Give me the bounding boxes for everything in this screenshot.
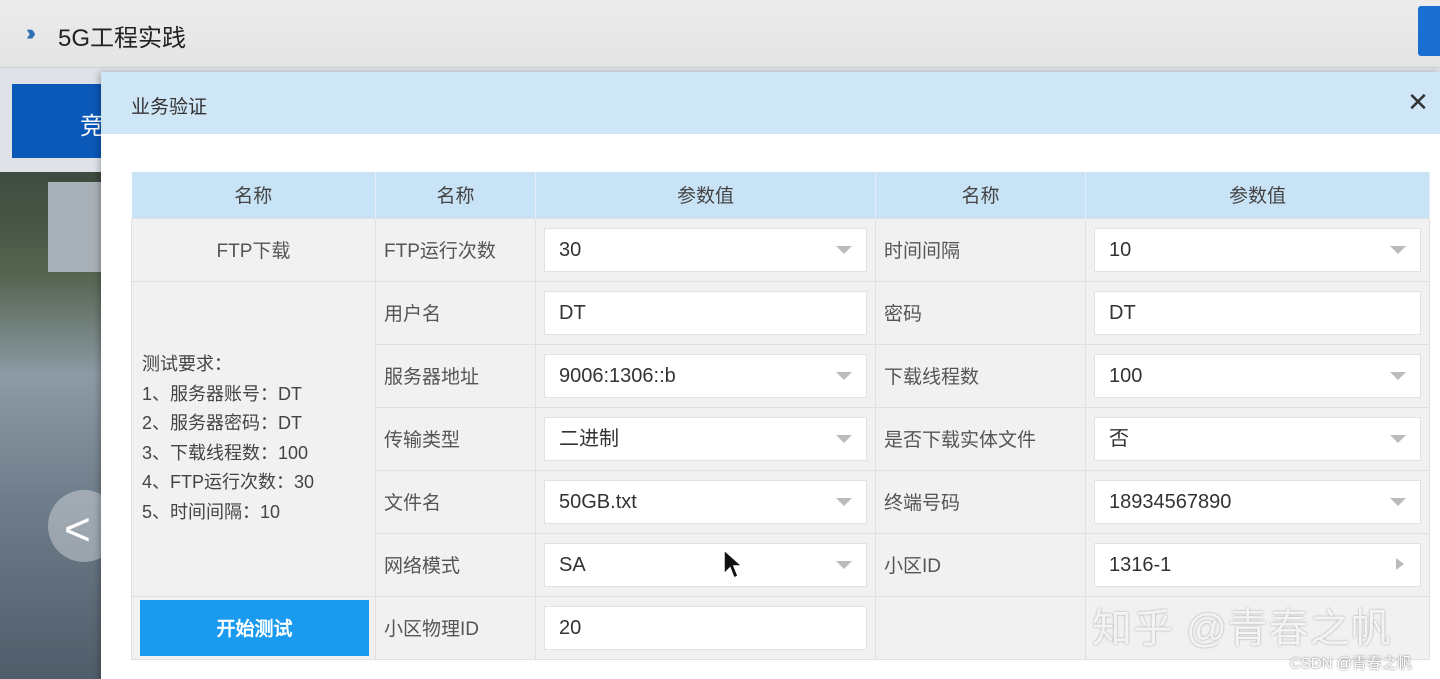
chevron-down-icon: [1390, 497, 1406, 506]
chevron-right-icon: [1396, 557, 1404, 570]
params-table: 名称 名称 参数值 名称 参数值 FTP下载 FTP运行次数 30 时间间隔 1…: [131, 172, 1430, 660]
col-header-name: 名称: [131, 172, 376, 218]
param-label: 是否下载实体文件: [875, 406, 1086, 471]
requirements-title: 测试要求：: [142, 354, 232, 374]
requirement-item: 4、FTP运行次数：30: [142, 472, 315, 492]
download-entity-file-select[interactable]: 否: [1094, 416, 1421, 461]
select-value: 二进制: [559, 427, 619, 450]
col-header-value: 参数值: [1085, 172, 1430, 218]
col-header-value: 参数值: [535, 172, 876, 218]
ftp-run-count-select[interactable]: 30: [544, 227, 867, 272]
requirement-item: 1、服务器账号：DT: [142, 383, 303, 404]
table-header-row: 名称 名称 参数值 名称 参数值: [131, 172, 1430, 218]
server-address-select[interactable]: 9006:1306::b: [544, 353, 867, 398]
double-chevron-right-icon[interactable]: ›››: [26, 20, 36, 46]
input-value: 20: [559, 616, 582, 639]
select-value: 100: [1109, 364, 1143, 387]
requirement-item: 2、服务器密码：DT: [142, 413, 303, 433]
background-nav-button[interactable]: 竞: [12, 84, 112, 158]
input-value: DT: [559, 301, 586, 324]
param-label: 小区物理ID: [375, 595, 536, 660]
chevron-down-icon: [836, 245, 852, 254]
param-label: 服务器地址: [375, 343, 536, 408]
requirements-cell: 测试要求： 1、服务器账号：DT 2、服务器密码：DT 3、下载线程数：100 …: [131, 280, 376, 597]
chevron-left-icon: <: [64, 503, 91, 555]
select-value: 9006:1306::b: [559, 364, 676, 387]
param-label: 传输类型: [375, 406, 536, 471]
chevron-down-icon: [836, 560, 852, 569]
requirement-item: 5、时间间隔：10: [142, 501, 281, 522]
dialog-header: 业务验证 ✕: [101, 72, 1440, 134]
col-header-name: 名称: [375, 172, 536, 218]
param-label: 小区ID: [875, 532, 1086, 597]
chevron-down-icon: [1390, 245, 1406, 254]
param-label: 文件名: [375, 469, 536, 534]
select-value: 10: [1109, 238, 1132, 261]
chevron-down-icon: [836, 371, 852, 380]
param-label: 下载线程数: [875, 343, 1086, 408]
cell-id-select[interactable]: 1316-1: [1094, 542, 1421, 587]
app-title: 5G工程实践: [58, 25, 187, 52]
param-label: 网络模式: [375, 532, 536, 597]
chevron-down-icon: [836, 497, 852, 506]
network-mode-select[interactable]: SA: [544, 542, 867, 587]
param-label: FTP运行次数: [375, 217, 536, 282]
interval-select[interactable]: 10: [1094, 227, 1421, 272]
col-header-name: 名称: [875, 172, 1086, 218]
close-icon[interactable]: ✕: [1404, 88, 1432, 116]
thread-count-select[interactable]: 100: [1094, 353, 1421, 398]
username-input[interactable]: DT: [544, 290, 867, 335]
terminal-number-select[interactable]: 18934567890: [1094, 479, 1421, 524]
start-button-cell: 开始测试: [131, 595, 376, 660]
dialog-title: 业务验证: [131, 97, 208, 118]
credit-label: CSDN @青春之帆: [1290, 655, 1412, 672]
business-verification-dialog: 业务验证 ✕ 名称 名称 参数值 名称 参数值 FTP下载 FTP运行次数 30…: [101, 72, 1440, 679]
param-label: 终端号码: [875, 469, 1086, 534]
chevron-down-icon: [836, 434, 852, 443]
background-image: <: [0, 172, 120, 679]
param-label: 时间间隔: [875, 217, 1086, 282]
requirements-list: 测试要求： 1、服务器账号：DT 2、服务器密码：DT 3、下载线程数：100 …: [140, 350, 367, 527]
select-value: 否: [1109, 427, 1129, 450]
top-right-button[interactable]: [1418, 6, 1440, 56]
input-value: DT: [1109, 301, 1136, 324]
requirement-item: 3、下载线程数：100: [142, 442, 309, 463]
param-label: 用户名: [375, 280, 536, 345]
select-value: 18934567890: [1109, 490, 1232, 513]
pci-input[interactable]: 20: [544, 605, 867, 650]
param-label: 密码: [875, 280, 1086, 345]
service-name: FTP下载: [131, 217, 376, 282]
select-value: 50GB.txt: [559, 490, 637, 513]
file-name-select[interactable]: 50GB.txt: [544, 479, 867, 524]
table-row: 测试要求： 1、服务器账号：DT 2、服务器密码：DT 3、下载线程数：100 …: [131, 280, 1430, 597]
empty-cell: [875, 595, 1086, 660]
mouse-cursor-icon: [723, 548, 744, 580]
watermark: 知乎 @青春之帆: [1092, 607, 1392, 651]
table-row: FTP下载 FTP运行次数 30 时间间隔 10: [131, 217, 1430, 282]
chevron-down-icon: [1390, 434, 1406, 443]
password-input[interactable]: DT: [1094, 290, 1421, 335]
select-value: SA: [559, 553, 586, 576]
top-bar: ››› 5G工程实践: [0, 0, 1440, 68]
start-test-button[interactable]: 开始测试: [140, 599, 369, 656]
select-value: 1316-1: [1109, 553, 1172, 576]
chevron-down-icon: [1390, 371, 1406, 380]
transfer-type-select[interactable]: 二进制: [544, 416, 867, 461]
select-value: 30: [559, 238, 582, 261]
building-shape: [48, 182, 108, 272]
